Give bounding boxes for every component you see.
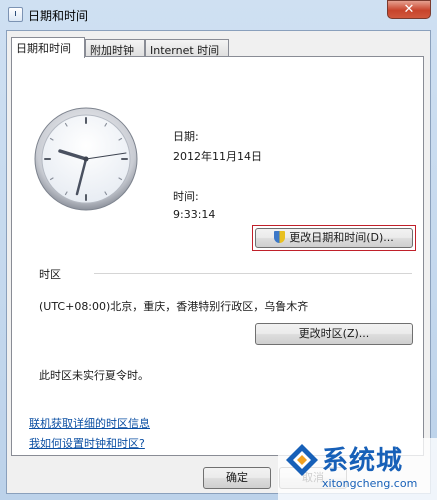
site-watermark: 系统城 xitongcheng.com — [278, 438, 437, 500]
change-timezone-label: 更改时区(Z)... — [298, 327, 370, 340]
tab-internet-time[interactable]: Internet 时间 — [145, 39, 229, 57]
date-value: 2012年11月14日 — [173, 150, 262, 163]
time-label: 时间: — [173, 190, 199, 203]
date-time-dialog: 日期和时间 ✕ 日期和时间 附加时钟 Internet 时间 日期: 2012年… — [0, 0, 437, 500]
how-to-set-clock-link[interactable]: 我如何设置时钟和时区? — [29, 435, 145, 451]
close-button[interactable]: ✕ — [387, 0, 431, 19]
watermark-text: 系统城 — [322, 446, 404, 476]
date-label: 日期: — [173, 130, 199, 143]
window-title: 日期和时间 — [28, 9, 89, 23]
ok-label: 确定 — [226, 471, 248, 484]
analog-clock-icon — [34, 107, 138, 211]
tab-panel-date-time: 日期: 2012年11月14日 时间: 9:33:14 更改日期和时间(D)..… — [11, 56, 424, 456]
tab-label: 日期和时间 — [16, 42, 71, 55]
tab-date-time[interactable]: 日期和时间 — [11, 37, 85, 58]
online-timezone-info-link[interactable]: 联机获取详细的时区信息 — [29, 415, 150, 431]
ok-button[interactable]: 确定 — [203, 467, 271, 489]
time-value: 9:33:14 — [173, 208, 216, 221]
change-timezone-button[interactable]: 更改时区(Z)... — [255, 323, 413, 345]
timezone-divider — [94, 273, 412, 274]
change-date-time-label: 更改日期和时间(D)... — [289, 231, 394, 244]
dialog-client-area: 日期和时间 附加时钟 Internet 时间 日期: 2012年11月14日 时… — [6, 30, 431, 494]
close-icon: ✕ — [403, 2, 415, 17]
uac-shield-icon — [274, 231, 286, 243]
title-bar[interactable]: 日期和时间 ✕ — [0, 0, 437, 30]
watermark-logo-icon — [286, 444, 318, 476]
dst-note: 此时区未实行夏令时。 — [39, 369, 149, 382]
change-date-time-button[interactable]: 更改日期和时间(D)... — [255, 228, 413, 248]
timezone-value: (UTC+08:00)北京，重庆，香港特别行政区，乌鲁木齐 — [39, 300, 309, 313]
tab-additional-clocks[interactable]: 附加时钟 — [85, 39, 145, 57]
timezone-section-label: 时区 — [39, 268, 61, 281]
clock-app-icon — [8, 7, 23, 22]
watermark-url: xitongcheng.com — [322, 477, 418, 490]
